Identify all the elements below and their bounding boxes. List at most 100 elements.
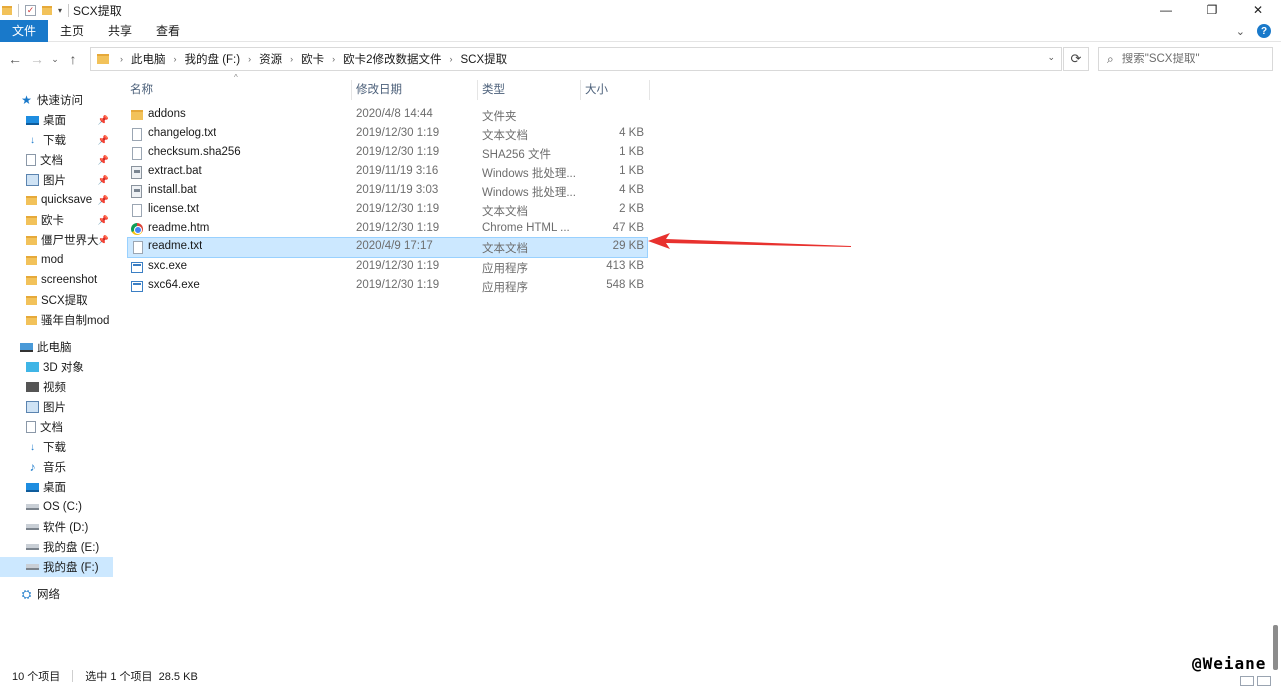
nav-item-downloads[interactable]: ↓ 下载 📌 xyxy=(26,130,113,150)
tab-view[interactable]: 查看 xyxy=(144,20,192,42)
nav-quick-access[interactable]: ★ 快速访问 xyxy=(20,90,113,110)
minimize-button[interactable]: — xyxy=(1143,0,1189,20)
file-date: 2019/11/19 3:16 xyxy=(356,165,439,177)
search-box[interactable]: ⌕ xyxy=(1098,47,1273,71)
chevron-right-icon[interactable]: › xyxy=(285,54,298,64)
nav-network[interactable]: ⛭ 网络 xyxy=(20,584,113,604)
breadcrumb-this-pc[interactable]: 此电脑 xyxy=(128,51,169,67)
nav-item-documents-pc[interactable]: 文档 xyxy=(26,417,113,437)
nav-item-ets[interactable]: 欧卡 📌 xyxy=(26,210,113,230)
file-row-license[interactable]: license.txt 2019/12/30 1:19 文本文档 2 KB xyxy=(127,201,648,220)
nav-item-mod[interactable]: mod xyxy=(26,250,113,270)
file-row-readme-txt[interactable]: readme.txt 2020/4/9 17:17 文本文档 29 KB xyxy=(127,237,648,258)
help-icon[interactable]: ? xyxy=(1257,24,1271,38)
file-row-addons[interactable]: addons 2020/4/8 14:44 文件夹 xyxy=(127,106,648,125)
nav-item-drive-f[interactable]: 我的盘 (F:) xyxy=(0,557,113,577)
nav-item-documents[interactable]: 文档 📌 xyxy=(26,150,113,170)
nav-item-downloads-pc[interactable]: ↓ 下载 xyxy=(26,437,113,457)
chevron-right-icon[interactable]: › xyxy=(327,54,340,64)
nav-item-scx[interactable]: SCX提取 xyxy=(26,290,113,310)
file-row-changelog[interactable]: changelog.txt 2019/12/30 1:19 文本文档 4 KB xyxy=(127,125,648,144)
folder-icon xyxy=(2,5,12,15)
search-input[interactable] xyxy=(1121,53,1262,65)
expand-ribbon-icon[interactable]: ⌄ xyxy=(1236,25,1245,38)
up-button[interactable]: ↑ xyxy=(62,47,84,71)
folder-icon xyxy=(26,255,37,265)
refresh-button[interactable]: ⟳ xyxy=(1063,47,1089,71)
chevron-right-icon[interactable]: › xyxy=(169,54,182,64)
nav-item-custom-mod[interactable]: 骚年自制mod xyxy=(26,310,113,330)
customize-toolbar-icon[interactable]: ▾ xyxy=(58,6,62,15)
breadcrumb-ets[interactable]: 欧卡 xyxy=(298,51,327,67)
column-divider[interactable] xyxy=(649,80,650,100)
recent-locations-button[interactable]: ⌄ xyxy=(48,47,62,71)
back-button[interactable]: ← xyxy=(4,47,26,71)
nav-label: 我的盘 (F:) xyxy=(43,562,99,574)
nav-item-drive-c[interactable]: OS (C:) xyxy=(26,497,113,517)
scrollbar-thumb[interactable] xyxy=(1273,625,1278,670)
window-controls: — ❐ ✕ xyxy=(1143,0,1281,20)
nav-this-pc[interactable]: 此电脑 xyxy=(20,337,113,357)
properties-icon[interactable]: ✓ xyxy=(25,4,36,16)
download-icon: ↓ xyxy=(30,441,35,453)
address-bar[interactable]: › 此电脑 › 我的盘 (F:) › 资源 › 欧卡 › 欧卡2修改数据文件 ›… xyxy=(90,47,1062,71)
nav-label: 软件 (D:) xyxy=(43,522,89,534)
pin-icon: 📌 xyxy=(97,114,109,125)
file-row-sxc-exe[interactable]: sxc.exe 2019/12/30 1:19 应用程序 413 KB xyxy=(127,258,648,277)
nav-item-drive-d[interactable]: 软件 (D:) xyxy=(26,517,113,537)
chevron-right-icon[interactable]: › xyxy=(115,54,128,64)
nav-item-drive-e[interactable]: 我的盘 (E:) xyxy=(26,537,113,557)
nav-item-pictures[interactable]: 图片 📌 xyxy=(26,170,113,190)
column-header-date[interactable]: 修改日期 xyxy=(352,78,477,100)
tab-home[interactable]: 主页 xyxy=(48,20,96,42)
batch-file-icon xyxy=(131,166,142,179)
large-icons-view-icon[interactable] xyxy=(1257,676,1271,686)
breadcrumb-scx[interactable]: SCX提取 xyxy=(457,51,510,67)
folder-icon xyxy=(26,315,37,325)
file-row-checksum[interactable]: checksum.sha256 2019/12/30 1:19 SHA256 文… xyxy=(127,144,648,163)
nav-item-music[interactable]: ♪ 音乐 xyxy=(26,457,113,477)
pin-icon: 📌 xyxy=(97,134,109,145)
nav-item-screenshot[interactable]: screenshot xyxy=(26,270,113,290)
breadcrumb-ets2-data[interactable]: 欧卡2修改数据文件 xyxy=(340,51,444,67)
file-row-sxc64-exe[interactable]: sxc64.exe 2019/12/30 1:19 应用程序 548 KB xyxy=(127,277,648,296)
breadcrumb-drive-f[interactable]: 我的盘 (F:) xyxy=(182,51,244,67)
chevron-right-icon[interactable]: › xyxy=(444,54,457,64)
folder-icon xyxy=(26,195,37,205)
nav-item-pictures-pc[interactable]: 图片 xyxy=(26,397,113,417)
nav-label: 3D 对象 xyxy=(43,362,84,374)
column-header-size[interactable]: 大小 xyxy=(581,78,649,100)
nav-label: mod xyxy=(41,254,64,266)
file-row-install-bat[interactable]: install.bat 2019/11/19 3:03 Windows 批处理.… xyxy=(127,182,648,201)
nav-item-zombie-world[interactable]: 僵尸世界大 📌 xyxy=(26,230,113,250)
new-folder-icon[interactable] xyxy=(42,5,52,15)
nav-item-desktop-pc[interactable]: 桌面 xyxy=(26,477,113,497)
chevron-down-icon[interactable]: ⌄ xyxy=(1047,52,1055,63)
document-icon xyxy=(26,154,36,166)
nav-item-desktop[interactable]: 桌面 📌 xyxy=(26,110,113,130)
column-header-name[interactable]: 名称 xyxy=(126,78,351,100)
nav-label: 骚年自制mod xyxy=(41,315,110,327)
tab-file[interactable]: 文件 xyxy=(0,19,48,42)
download-icon: ↓ xyxy=(30,134,35,146)
title-bar: ✓ ▾ SCX提取 — ❐ ✕ xyxy=(0,0,1281,20)
details-view-icon[interactable] xyxy=(1240,676,1254,686)
file-size: 4 KB xyxy=(619,184,644,196)
nav-item-quicksave[interactable]: quicksave 📌 xyxy=(26,190,113,210)
file-size: 47 KB xyxy=(612,222,644,234)
maximize-button[interactable]: ❐ xyxy=(1189,0,1235,20)
forward-button[interactable]: → xyxy=(26,47,48,71)
tab-share[interactable]: 共享 xyxy=(96,20,144,42)
nav-label: 网络 xyxy=(37,589,60,601)
nav-label: 文档 xyxy=(40,422,63,434)
selection-info: 选中 1 个项目 28.5 KB xyxy=(85,671,198,683)
file-size: 2 KB xyxy=(619,203,644,215)
nav-item-3d-objects[interactable]: 3D 对象 xyxy=(26,357,113,377)
close-button[interactable]: ✕ xyxy=(1235,0,1281,20)
column-header-type[interactable]: 类型 xyxy=(478,78,580,100)
nav-item-videos[interactable]: 视频 xyxy=(26,377,113,397)
chevron-right-icon[interactable]: › xyxy=(243,54,256,64)
breadcrumb-resources[interactable]: 资源 xyxy=(256,51,285,67)
file-type: 应用程序 xyxy=(482,282,528,294)
file-row-extract-bat[interactable]: extract.bat 2019/11/19 3:16 Windows 批处理.… xyxy=(127,163,648,182)
